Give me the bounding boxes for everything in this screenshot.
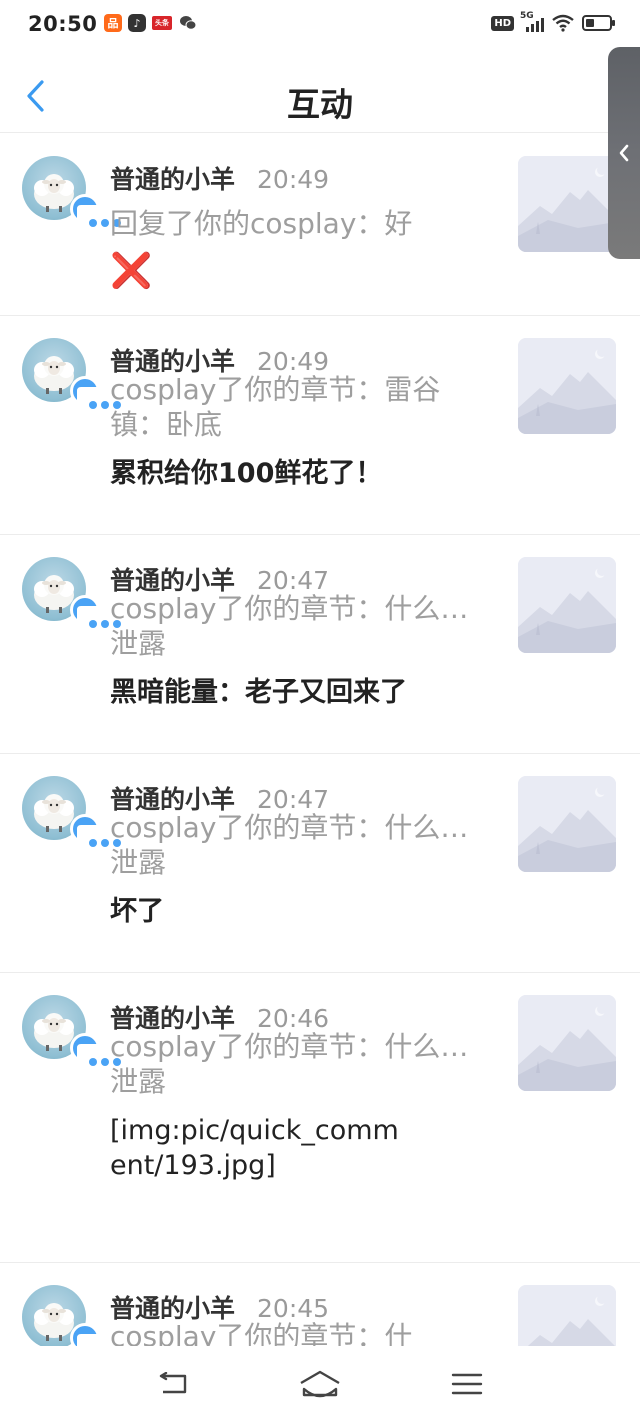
nav-back-button[interactable] bbox=[148, 1364, 198, 1404]
comment-text: [img:pic/quick_comment/193.jpg] bbox=[110, 1115, 399, 1181]
list-item[interactable]: 普通的小羊 20:46 cosplay了你的章节：什么…泄露 [img:pic/… bbox=[0, 973, 640, 1263]
avatar[interactable] bbox=[22, 995, 133, 1092]
header: 互动 bbox=[0, 50, 640, 133]
chapter-thumbnail[interactable] bbox=[518, 776, 616, 872]
hd-icon: HD bbox=[491, 15, 514, 31]
notification-icons: 品 ♪ 头条 bbox=[104, 14, 198, 32]
side-drawer-handle[interactable] bbox=[608, 47, 640, 259]
menu-icon bbox=[451, 1373, 482, 1395]
chevron-left-icon bbox=[619, 144, 629, 162]
chapter-thumbnail[interactable] bbox=[518, 995, 616, 1091]
home-icon bbox=[300, 1370, 340, 1398]
comment-badge-icon bbox=[70, 1033, 133, 1092]
avatar[interactable] bbox=[22, 557, 133, 654]
action-text: cosplay了你的章节：什么…泄露 bbox=[110, 1030, 469, 1098]
avatar[interactable] bbox=[22, 156, 133, 253]
wifi-icon bbox=[552, 14, 574, 32]
action-text: 回复了你的cosplay：好 bbox=[110, 207, 413, 240]
list-item[interactable]: 普通的小羊 20:49 回复了你的cosplay：好 ❌ bbox=[0, 134, 640, 316]
chapter-thumbnail[interactable] bbox=[518, 338, 616, 434]
app-icon-orange: 品 bbox=[104, 14, 122, 32]
list-item[interactable]: 普通的小羊 20:47 cosplay了你的章节：什么…泄露 黑暗能量：老子又回… bbox=[0, 535, 640, 754]
chapter-thumbnail[interactable] bbox=[518, 557, 616, 653]
toutiao-icon: 头条 bbox=[152, 16, 172, 30]
list-item[interactable]: 普通的小羊 20:47 cosplay了你的章节：什么…泄露 坏了 bbox=[0, 754, 640, 973]
list-item[interactable]: 普通的小羊 20:49 cosplay了你的章节：雷谷镇：卧底 累积给你100鲜… bbox=[0, 316, 640, 535]
comment-text: 累积给你100鲜花了！ bbox=[110, 458, 383, 489]
action-text: cosplay了你的章节：什么…泄露 bbox=[110, 592, 469, 660]
nav-menu-button[interactable] bbox=[442, 1364, 492, 1404]
name-row: 普通的小羊 20:49 bbox=[110, 160, 329, 196]
back-arrow-icon bbox=[160, 1372, 187, 1394]
tiktok-icon: ♪ bbox=[128, 14, 146, 32]
avatar[interactable] bbox=[22, 338, 133, 435]
comment-badge-icon bbox=[70, 814, 133, 873]
system-icons: HD 5G bbox=[491, 11, 615, 32]
avatar[interactable] bbox=[22, 776, 133, 873]
comment-badge-icon bbox=[70, 376, 133, 435]
comment-badge-icon bbox=[70, 194, 133, 253]
wechat-icon bbox=[178, 14, 198, 32]
signal-icon: 5G bbox=[520, 11, 544, 32]
comment-badge-icon bbox=[70, 595, 133, 654]
timestamp: 20:49 bbox=[257, 165, 330, 194]
system-nav-bar bbox=[0, 1346, 640, 1422]
interaction-list: 普通的小羊 20:49 回复了你的cosplay：好 ❌ 普通的小羊 20:49… bbox=[0, 134, 640, 1422]
status-bar: 20:50 品 ♪ 头条 HD 5G bbox=[0, 0, 640, 50]
comment-text: ❌ bbox=[110, 251, 153, 291]
comment-text: 黑暗能量：老子又回来了 bbox=[110, 677, 407, 708]
avatar[interactable] bbox=[22, 1285, 133, 1382]
page-title: 互动 bbox=[287, 85, 353, 124]
chapter-thumbnail[interactable] bbox=[518, 156, 616, 252]
battery-icon bbox=[582, 15, 615, 31]
comment-text: 坏了 bbox=[110, 896, 164, 927]
action-text: cosplay了你的章节：什么…泄露 bbox=[110, 811, 469, 879]
nav-home-button[interactable] bbox=[295, 1364, 345, 1404]
status-time: 20:50 bbox=[28, 12, 98, 36]
action-text: cosplay了你的章节：雷谷镇：卧底 bbox=[110, 373, 441, 441]
username[interactable]: 普通的小羊 bbox=[110, 160, 235, 196]
